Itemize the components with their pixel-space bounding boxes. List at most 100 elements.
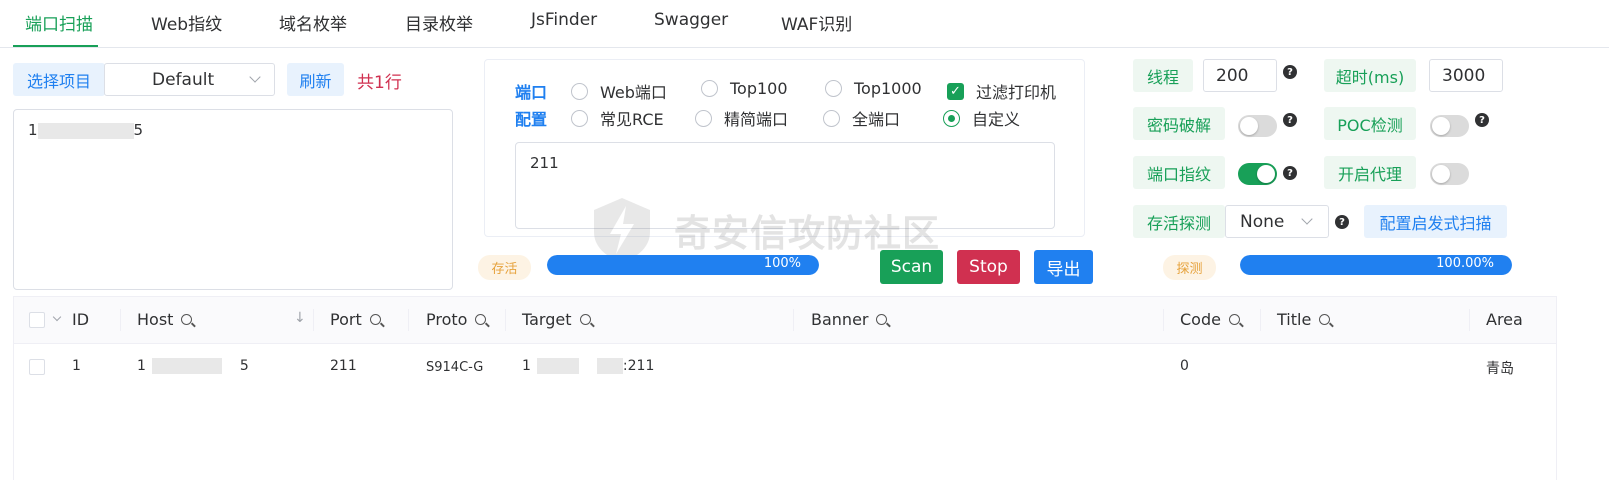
column-header-proto[interactable]: Proto: [426, 310, 487, 329]
threads-input[interactable]: 200: [1203, 59, 1277, 92]
tab-swagger[interactable]: Swagger: [654, 10, 728, 30]
sort-down-icon[interactable]: ↓: [294, 310, 306, 326]
column-divider[interactable]: [505, 309, 506, 331]
tab-jsfinder[interactable]: JsFinder: [531, 10, 597, 30]
redacted-ip: [596, 358, 623, 374]
stop-button[interactable]: Stop: [957, 250, 1020, 284]
column-header-host[interactable]: Host: [137, 310, 193, 329]
tab-web-fingerprint[interactable]: Web指纹: [151, 10, 222, 35]
redacted-ip: [151, 358, 222, 374]
chevron-down-icon: [249, 71, 261, 83]
port-fingerprint-label: 端口指纹: [1133, 156, 1225, 189]
threads-label: 线程: [1133, 59, 1193, 92]
proxy-label: 开启代理: [1324, 156, 1416, 189]
switch-knob: [1432, 117, 1450, 135]
column-header-port[interactable]: Port: [330, 310, 381, 329]
help-icon[interactable]: ?: [1283, 113, 1297, 127]
checkbox-filter-printer[interactable]: ✓ 过滤打印机: [947, 79, 1056, 103]
port-config-label-line2: 配置: [515, 110, 548, 129]
port-fingerprint-switch[interactable]: [1238, 163, 1277, 185]
radio-lite-ports[interactable]: 精简端口: [695, 106, 788, 130]
column-divider[interactable]: [408, 309, 409, 331]
column-divider[interactable]: [793, 309, 794, 331]
checkmark-icon: ✓: [947, 82, 964, 100]
radio-label: 常见RCE: [600, 110, 664, 129]
search-icon[interactable]: [579, 314, 591, 325]
radio-top1000[interactable]: Top1000: [825, 79, 922, 98]
timeout-value: 3000: [1442, 65, 1486, 86]
table-row[interactable]: 1 15 211 S914C-G 1:211 0 青岛: [14, 344, 1556, 388]
search-icon[interactable]: [1319, 314, 1331, 325]
help-icon[interactable]: ?: [1335, 215, 1349, 229]
alive-progress-fill: 100%: [547, 255, 819, 275]
column-divider[interactable]: [1469, 309, 1470, 331]
help-icon[interactable]: ?: [1283, 166, 1297, 180]
help-icon[interactable]: ?: [1475, 113, 1489, 127]
radio-circle-icon: [571, 109, 588, 127]
radio-circle-icon: [823, 109, 840, 127]
refresh-button[interactable]: 刷新: [287, 63, 344, 96]
column-divider[interactable]: [313, 309, 314, 331]
row-checkbox[interactable]: [29, 359, 45, 375]
column-header-banner[interactable]: Banner: [811, 310, 888, 329]
search-icon[interactable]: [1228, 314, 1240, 325]
custom-ports-input[interactable]: 211: [515, 142, 1055, 229]
radio-label: 自定义: [972, 110, 1021, 129]
column-divider[interactable]: [120, 309, 121, 331]
tab-port-scan[interactable]: 端口扫描: [25, 10, 93, 35]
column-header-target[interactable]: Target: [522, 310, 591, 329]
radio-top100[interactable]: Top100: [701, 79, 788, 98]
alive-detect-select[interactable]: None: [1225, 205, 1329, 238]
chevron-down-icon: [1301, 213, 1313, 225]
column-divider[interactable]: [1260, 309, 1261, 331]
tab-waf-detect[interactable]: WAF识别: [781, 10, 852, 35]
results-table: ID Host ↓ Port Proto Target Banner Code …: [13, 296, 1557, 480]
radio-common-rce[interactable]: 常见RCE: [571, 106, 664, 130]
radio-checked-icon: [943, 109, 960, 127]
column-divider[interactable]: [1163, 309, 1164, 331]
tab-domain-enum[interactable]: 域名枚举: [279, 10, 347, 35]
select-all-checkbox[interactable]: [29, 312, 45, 328]
switch-knob: [1432, 165, 1450, 183]
radio-web-ports[interactable]: Web端口: [571, 79, 667, 103]
column-header-title[interactable]: Title: [1277, 310, 1331, 329]
column-header-code[interactable]: Code: [1180, 310, 1240, 329]
port-config-label-line1: 端口: [515, 83, 548, 102]
password-crack-switch[interactable]: [1238, 115, 1277, 137]
proxy-switch[interactable]: [1430, 163, 1469, 185]
project-select[interactable]: Default: [104, 63, 275, 96]
search-icon[interactable]: [369, 314, 381, 325]
hosts-text-end: 5: [133, 121, 144, 139]
radio-label: 精简端口: [724, 110, 789, 129]
cell-target: 1:211: [522, 358, 655, 374]
timeout-input[interactable]: 3000: [1429, 59, 1503, 92]
select-project-label: 选择项目: [13, 63, 105, 96]
tab-dir-enum[interactable]: 目录枚举: [405, 10, 473, 35]
search-icon[interactable]: [181, 314, 193, 325]
cell-host: 15: [137, 358, 249, 374]
column-header-area[interactable]: Area: [1486, 310, 1523, 329]
poc-detect-switch[interactable]: [1430, 115, 1469, 137]
search-icon[interactable]: [475, 314, 487, 325]
custom-ports-value: 211: [530, 154, 559, 172]
search-icon[interactable]: [876, 314, 888, 325]
radio-all-ports[interactable]: 全端口: [823, 106, 900, 130]
hosts-textarea[interactable]: 15: [13, 109, 453, 290]
column-header-id[interactable]: ID: [72, 310, 89, 329]
heuristic-scan-button[interactable]: 配置启发式扫描: [1364, 205, 1507, 238]
table-header: ID Host ↓ Port Proto Target Banner Code …: [14, 297, 1556, 344]
radio-label: Top1000: [854, 79, 922, 98]
alive-progress-bar: 100%: [547, 255, 819, 275]
threads-value: 200: [1216, 65, 1249, 86]
export-button[interactable]: 导出: [1034, 250, 1093, 284]
chevron-down-icon[interactable]: [52, 312, 62, 322]
row-count: 共1行: [357, 73, 402, 93]
radio-label: Top100: [730, 79, 788, 98]
detect-progress-bar: 100.00%: [1240, 255, 1512, 275]
help-icon[interactable]: ?: [1283, 65, 1297, 79]
scan-button[interactable]: Scan: [880, 250, 943, 284]
radio-custom[interactable]: 自定义: [943, 106, 1020, 130]
cell-proto: S914C-G: [426, 360, 484, 375]
detect-progress-fill: 100.00%: [1240, 255, 1512, 275]
radio-label: 全端口: [852, 110, 901, 129]
